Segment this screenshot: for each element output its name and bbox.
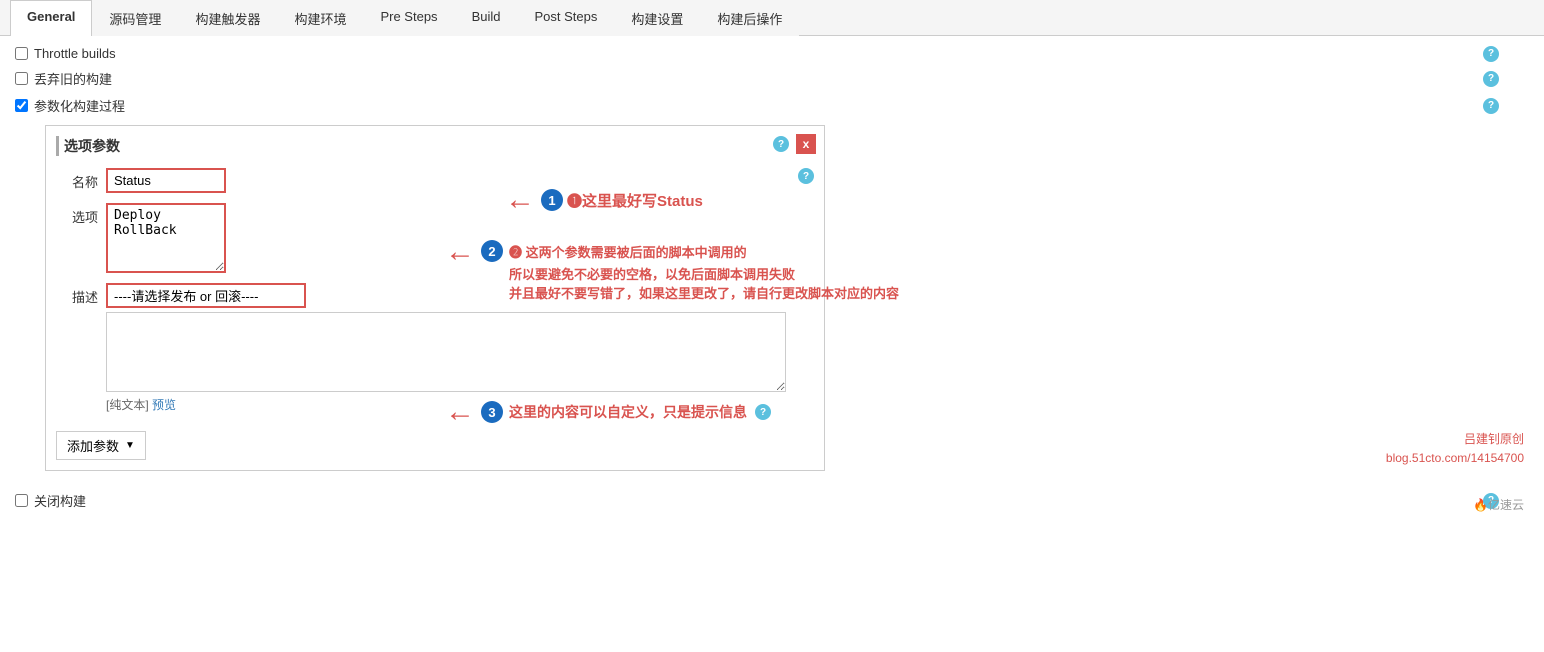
name-help[interactable]: ? — [798, 168, 814, 184]
discard-old-builds-row: 丢弃旧的构建 ? — [15, 69, 1529, 88]
desc-field-row: 描述 [纯文本] 预览 — [56, 283, 814, 413]
options-label: 选项 — [56, 203, 106, 226]
options-input-wrapper: Deploy RollBack — [106, 203, 814, 273]
preview-links: [纯文本] 预览 — [106, 396, 814, 413]
discard-old-builds-checkbox[interactable] — [15, 72, 28, 85]
desc-textarea[interactable] — [106, 312, 786, 392]
add-param-dropdown-arrow: ▼ — [125, 440, 135, 451]
close-build-checkbox[interactable] — [15, 494, 28, 507]
options-textarea[interactable]: Deploy RollBack — [106, 203, 226, 273]
tab-source[interactable]: 源码管理 — [92, 0, 178, 36]
tab-poststeps[interactable]: Post Steps — [517, 0, 614, 36]
tab-trigger[interactable]: 构建触发器 — [178, 0, 277, 36]
desc-input-wrapper: [纯文本] 预览 — [106, 283, 814, 413]
tab-build[interactable]: Build — [455, 0, 518, 36]
close-param-panel-button[interactable]: x — [796, 134, 816, 154]
page-wrapper: General 源码管理 构建触发器 构建环境 Pre Steps Build … — [0, 0, 1544, 652]
add-param-button[interactable]: 添加参数 ▼ — [56, 431, 146, 460]
tab-bar: General 源码管理 构建触发器 构建环境 Pre Steps Build … — [0, 0, 1544, 36]
name-label: 名称 — [56, 168, 106, 191]
name-input-wrapper — [106, 168, 790, 193]
throttle-builds-label: Throttle builds — [34, 46, 116, 61]
discard-old-builds-help[interactable]: ? — [1483, 71, 1499, 87]
discard-old-builds-label: 丢弃旧的构建 — [34, 69, 112, 88]
desc-input[interactable] — [106, 283, 306, 308]
watermark: 吕建钊原创 blog.51cto.com/14154700 — [1386, 430, 1524, 468]
add-param-label: 添加参数 — [67, 436, 119, 455]
close-build-label: 关闭构建 — [34, 491, 86, 510]
watermark-line2: blog.51cto.com/14154700 — [1386, 449, 1524, 468]
51cto-logo: 🔥亿速云 — [1473, 496, 1524, 513]
throttle-builds-checkbox[interactable] — [15, 47, 28, 60]
parameterize-build-checkbox[interactable] — [15, 99, 28, 112]
watermark-line1: 吕建钊原创 — [1386, 430, 1524, 449]
name-field-row: 名称 ? — [56, 168, 814, 193]
desc-label: 描述 — [56, 283, 106, 306]
tab-env[interactable]: 构建环境 — [277, 0, 363, 36]
tab-postbuild[interactable]: 构建后操作 — [700, 0, 799, 36]
param-panel-title: 选项参数 — [56, 136, 814, 156]
tab-buildsettings[interactable]: 构建设置 — [614, 0, 700, 36]
tab-presteps[interactable]: Pre Steps — [363, 0, 454, 36]
param-panel-help[interactable]: ? — [773, 136, 789, 152]
plaintext-label: [纯文本] — [106, 398, 149, 412]
add-param-wrapper: 添加参数 ▼ — [56, 423, 814, 460]
parameterize-build-row: 参数化构建过程 ? — [15, 96, 1529, 115]
options-field-row: 选项 Deploy RollBack — [56, 203, 814, 273]
param-panel: 选项参数 x ? 名称 ? 选项 Deploy RollBack — [45, 125, 825, 471]
parameterize-build-label: 参数化构建过程 — [34, 96, 125, 115]
close-build-row: 关闭构建 ? — [15, 491, 1529, 510]
throttle-builds-help[interactable]: ? — [1483, 46, 1499, 62]
tab-general[interactable]: General — [10, 0, 92, 36]
parameterize-build-help[interactable]: ? — [1483, 98, 1499, 114]
throttle-builds-row: Throttle builds ? — [15, 46, 1529, 61]
main-content: Throttle builds ? 丢弃旧的构建 ? 参数化构建过程 ? 选项参… — [0, 36, 1544, 528]
name-input[interactable] — [106, 168, 226, 193]
preview-link[interactable]: 预览 — [152, 398, 176, 412]
